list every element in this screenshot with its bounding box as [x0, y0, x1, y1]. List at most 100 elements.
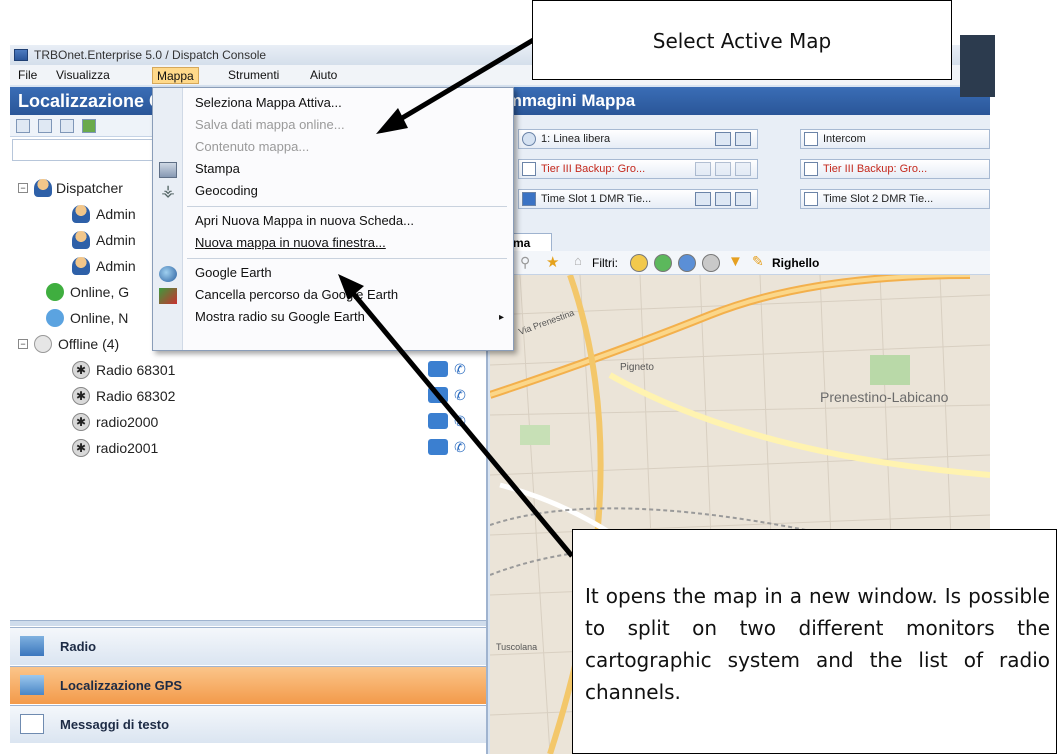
speaker-icon[interactable] [695, 192, 711, 206]
menu-separator [187, 258, 507, 259]
user-icon [72, 257, 90, 275]
filter-offline-icon[interactable] [702, 254, 720, 272]
channel-checkbox[interactable] [804, 192, 818, 206]
menu-item-nuova-mappa-nuova-finestra[interactable]: Nuova mappa in nuova finestra... [195, 232, 386, 254]
channel-checkbox[interactable] [804, 162, 818, 176]
radio-icon: ✱ [72, 413, 90, 431]
printer-icon [159, 162, 177, 178]
menu-aiuto[interactable]: Aiuto [306, 67, 341, 84]
channel-label: Time Slot 2 DMR Tie... [823, 193, 934, 205]
envelope-icon [20, 714, 44, 734]
mute-icon[interactable] [735, 162, 751, 176]
menu-file[interactable]: File [14, 67, 41, 84]
tree-label: radio2001 [96, 440, 159, 456]
view-details-icon[interactable] [16, 119, 30, 133]
channel-checkbox[interactable] [522, 132, 536, 146]
radio-icon: ✱ [72, 361, 90, 379]
tree-label: Radio 68302 [96, 388, 176, 404]
favorites-star-icon[interactable]: ★ [546, 253, 559, 271]
channel-label: Tier III Backup: Gro... [541, 163, 646, 175]
panel-splitter[interactable] [10, 620, 486, 626]
menu-visualizza[interactable]: Visualizza [52, 67, 114, 84]
message-icon[interactable] [428, 413, 448, 429]
window-title: TRBOnet.Enterprise 5.0 / Dispatch Consol… [34, 48, 267, 62]
user-icon [72, 205, 90, 223]
call-icon[interactable]: ✆ [452, 412, 468, 430]
speaker-icon[interactable] [715, 132, 731, 146]
mappa-dropdown-menu: Seleziona Mappa Attiva... Salva dati map… [152, 87, 514, 351]
tab-label: Radio [60, 639, 97, 654]
tree-label: Admin [96, 206, 136, 222]
filter-radio-icon[interactable] [678, 254, 696, 272]
tab-radio[interactable]: Radio [10, 627, 486, 665]
call-icon[interactable]: ✆ [452, 438, 468, 456]
mute-icon[interactable] [735, 132, 751, 146]
channel-checkbox[interactable] [522, 162, 536, 176]
funnel-icon[interactable]: ▼ [728, 253, 743, 270]
channel-tier-backup[interactable]: Tier III Backup: Gro... [518, 159, 758, 179]
view-tree-icon[interactable] [60, 119, 74, 133]
home-icon[interactable]: ⌂ [574, 253, 582, 268]
menu-item-seleziona-mappa-attiva[interactable]: Seleziona Mappa Attiva... [195, 92, 342, 114]
mute-icon[interactable] [735, 192, 751, 206]
zoom-icon[interactable]: ⚲ [520, 254, 530, 271]
filter-people-icon[interactable] [630, 254, 648, 272]
menu-icon-strip [153, 88, 183, 350]
speaker-icon[interactable] [715, 192, 731, 206]
message-icon[interactable] [428, 361, 448, 377]
tab-messaggi-di-testo[interactable]: Messaggi di testo [10, 705, 486, 743]
tree-item-radio[interactable]: ✱ radio2000 ✆ [10, 409, 480, 435]
channel-intercom[interactable]: Intercom [800, 129, 990, 149]
tree-label: Admin [96, 232, 136, 248]
menu-item-cancella-percorso[interactable]: Cancella percorso da Google Earth [195, 284, 398, 306]
speaker-icon[interactable] [715, 162, 731, 176]
channel-time-slot-1[interactable]: Time Slot 1 DMR Tie... [518, 189, 758, 209]
channel-checkbox[interactable] [804, 132, 818, 146]
tree-label: Admin [96, 258, 136, 274]
channel-time-slot-2[interactable]: Time Slot 2 DMR Tie... [800, 189, 990, 209]
menu-item-apri-nuova-mappa-scheda[interactable]: Apri Nuova Mappa in nuova Scheda... [195, 210, 414, 232]
ruler-icon[interactable]: ✎ [752, 253, 764, 270]
tree-item-radio[interactable]: ✱ radio2001 ✆ [10, 435, 480, 461]
tree-item-radio[interactable]: ✱ Radio 68301 ✆ [10, 357, 480, 383]
menu-item-geocoding[interactable]: Geocoding [195, 180, 258, 202]
channel-tier-backup[interactable]: Tier III Backup: Gro... [800, 159, 990, 179]
channel-linea-libera[interactable]: 1: Linea libera [518, 129, 758, 149]
channel-label: Tier III Backup: Gro... [823, 163, 928, 175]
menu-mappa[interactable]: Mappa [152, 67, 199, 84]
view-list-icon[interactable] [38, 119, 52, 133]
callout-new-window-explanation: It opens the map in a new window. Is pos… [572, 529, 1057, 754]
google-earth-clear-icon [159, 288, 177, 304]
call-icon[interactable]: ✆ [452, 386, 468, 404]
map-label: Prenestino-Labicano [820, 389, 949, 405]
collapse-icon[interactable]: − [18, 339, 28, 349]
message-icon[interactable] [428, 387, 448, 403]
gps-tab-icon [20, 675, 44, 695]
map-label: Tuscolana [496, 642, 537, 652]
speaker-icon[interactable] [695, 162, 711, 176]
filter-online-icon[interactable] [654, 254, 672, 272]
geocoding-icon: ⚶ [161, 183, 175, 200]
call-icon[interactable]: ✆ [452, 360, 468, 378]
locate-icon[interactable] [82, 119, 96, 133]
message-icon[interactable] [428, 439, 448, 455]
menu-item-mostra-radio-google-earth[interactable]: Mostra radio su Google Earth [195, 306, 365, 328]
app-icon [14, 49, 28, 61]
channel-label: Time Slot 1 DMR Tie... [541, 193, 652, 205]
tree-label: Online, N [70, 310, 129, 326]
submenu-arrow-icon: ▸ [499, 312, 505, 323]
channel-label: 1: Linea libera [541, 133, 611, 145]
channel-checkbox-checked[interactable] [522, 192, 536, 206]
map-toolbar: ⚲ ★ ⌂ Filtri: ▼ ✎ Righello [490, 251, 990, 275]
tab-localizzazione-gps[interactable]: Localizzazione GPS [10, 666, 486, 704]
menu-strumenti[interactable]: Strumenti [224, 67, 283, 84]
radio-icon: ✱ [72, 439, 90, 457]
right-panel-title: Immagini Mappa [490, 87, 990, 115]
menu-item-google-earth[interactable]: Google Earth [195, 262, 272, 284]
collapse-icon[interactable]: − [18, 183, 28, 193]
ruler-label[interactable]: Righello [772, 256, 819, 270]
tab-label: Messaggi di testo [60, 717, 170, 732]
radio-icon: ✱ [72, 387, 90, 405]
tree-item-radio[interactable]: ✱ Radio 68302 ✆ [10, 383, 480, 409]
menu-item-stampa[interactable]: Stampa [195, 158, 240, 180]
